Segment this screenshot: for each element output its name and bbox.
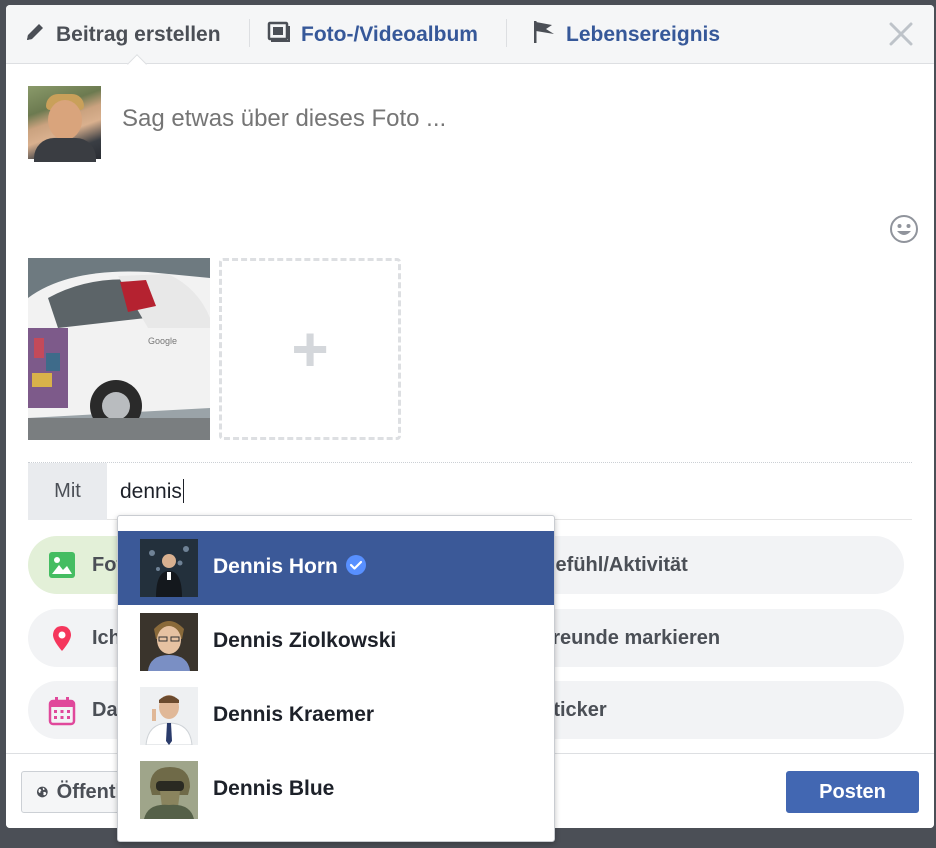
svg-text:Google: Google xyxy=(148,336,177,346)
suggestion-name: Dennis Kraemer xyxy=(213,703,375,726)
tab-create-post-label: Beitrag erstellen xyxy=(56,22,221,46)
tag-friends-input[interactable]: dennis xyxy=(120,479,184,504)
tag-friends-input-value: dennis xyxy=(120,480,182,503)
verified-badge-icon xyxy=(345,555,366,575)
location-pin-icon xyxy=(48,624,76,652)
tab-photo-album-label: Foto-/Videoalbum xyxy=(301,22,478,46)
emoji-icon[interactable] xyxy=(889,214,919,244)
suggestion-item[interactable]: Dennis Ziolkowski xyxy=(118,605,554,679)
status-input[interactable] xyxy=(122,105,822,133)
tab-create-post[interactable]: Beitrag erstellen xyxy=(24,5,221,64)
tab-divider xyxy=(506,19,507,47)
suggestion-item[interactable]: Dennis Kraemer xyxy=(118,679,554,753)
photo-album-icon xyxy=(267,21,291,49)
with-label: Mit xyxy=(28,463,107,520)
photo-icon xyxy=(48,551,76,579)
attached-photo-thumbnail[interactable]: Google xyxy=(28,258,210,440)
friend-suggestions-dropdown: Dennis Horn Dennis Ziolkowski Dennis Kra… xyxy=(117,515,555,842)
suggestion-name: Dennis Horn xyxy=(213,555,366,579)
suggestion-item[interactable]: Dennis Blue xyxy=(118,753,554,827)
user-avatar xyxy=(28,86,101,162)
tab-photo-album[interactable]: Foto-/Videoalbum xyxy=(267,5,478,64)
flag-icon xyxy=(532,19,556,51)
suggestion-name: Dennis Ziolkowski xyxy=(213,629,397,652)
post-button[interactable]: Posten xyxy=(786,771,919,813)
pencil-icon xyxy=(24,21,46,49)
plus-icon: + xyxy=(291,313,329,385)
suggestion-item[interactable]: Dennis Horn xyxy=(118,531,554,605)
tab-life-event[interactable]: Lebensereignis xyxy=(532,5,720,64)
text-caret xyxy=(182,479,184,503)
suggestion-avatar xyxy=(140,613,198,671)
tag-friends-row: Mit dennis xyxy=(28,463,912,520)
add-photo-button[interactable]: + xyxy=(219,258,401,440)
suggestion-name: Dennis Blue xyxy=(213,777,335,800)
globe-icon xyxy=(36,786,48,798)
close-icon[interactable] xyxy=(886,19,916,49)
calendar-icon xyxy=(48,696,76,726)
suggestion-avatar xyxy=(140,761,198,819)
tab-divider xyxy=(249,19,250,47)
feeling-activity-label: Gefühl/Aktivität xyxy=(540,553,688,576)
suggestion-avatar xyxy=(140,687,198,745)
tag-friends-label: Freunde markieren xyxy=(540,626,721,649)
suggestion-avatar xyxy=(140,539,198,597)
tab-life-event-label: Lebensereignis xyxy=(566,22,721,46)
composer-tabs: Beitrag erstellen Foto-/Videoalbum Leben… xyxy=(6,5,934,64)
